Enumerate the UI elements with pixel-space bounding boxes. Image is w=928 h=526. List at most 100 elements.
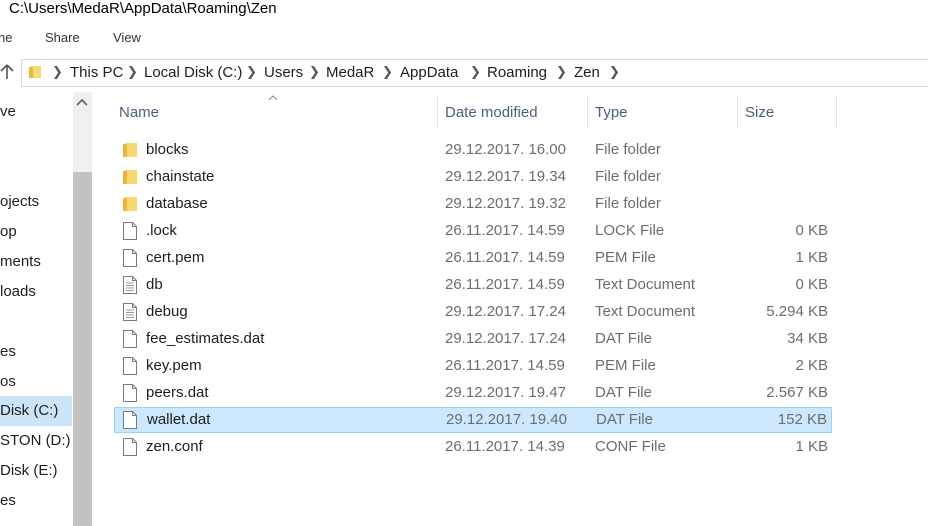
file-name: key.pem <box>146 357 202 374</box>
nav-scrollbar-thumb[interactable] <box>73 172 92 526</box>
chevron-right-icon: ❯ <box>309 64 320 79</box>
nav-item-local-disk-e[interactable]: Disk (E:) <box>0 456 58 486</box>
title-bar: C:\Users\MedaR\AppData\Roaming\Zen <box>0 0 928 24</box>
file-type: PEM File <box>595 357 656 374</box>
file-size: 1 KB <box>795 249 828 266</box>
file-icon <box>122 411 138 429</box>
file-row[interactable]: wallet.dat 29.12.2017. 19.40 DAT File 152 K… <box>114 407 832 433</box>
folder-icon <box>28 65 42 79</box>
file-date-modified: 29.12.2017. 17.24 <box>445 303 566 320</box>
file-size: 152 KB <box>777 411 827 428</box>
tab-view[interactable]: View <box>113 30 141 45</box>
file-name: cert.pem <box>146 249 205 266</box>
file-date-modified: 26.11.2017. 14.59 <box>445 222 565 239</box>
file-name: .lock <box>146 222 177 239</box>
file-date-modified: 29.12.2017. 19.32 <box>445 195 566 212</box>
nav-item-documents[interactable]: ments <box>0 247 41 277</box>
file-size: 1 KB <box>795 438 828 455</box>
breadcrumb-appdata[interactable]: AppData <box>400 64 458 81</box>
column-divider[interactable] <box>836 96 837 128</box>
window-title: C:\Users\MedaR\AppData\Roaming\Zen <box>9 0 277 17</box>
column-header-type[interactable]: Type <box>595 104 628 121</box>
scroll-up-icon[interactable] <box>76 96 88 110</box>
file-row[interactable]: fee_estimates.dat 29.12.2017. 17.24 DAT Fi… <box>114 326 832 352</box>
file-icon <box>122 249 138 267</box>
file-name: chainstate <box>146 168 215 185</box>
file-date-modified: 29.12.2017. 16.00 <box>445 141 566 158</box>
column-divider[interactable] <box>437 96 438 128</box>
up-arrow-icon[interactable] <box>0 64 14 85</box>
text-document-icon <box>122 303 138 321</box>
breadcrumb-roaming[interactable]: Roaming <box>487 64 547 81</box>
file-icon <box>122 222 138 240</box>
chevron-right-icon[interactable]: ❯ <box>609 64 620 80</box>
file-name: database <box>146 195 208 212</box>
nav-item-3d-objects[interactable]: ojects <box>0 187 39 217</box>
nav-item-pictures[interactable]: es <box>0 337 16 367</box>
file-date-modified: 29.12.2017. 19.47 <box>445 384 566 401</box>
file-icon <box>122 384 138 402</box>
file-name: peers.dat <box>146 384 209 401</box>
column-divider[interactable] <box>587 96 588 128</box>
nav-item-videos[interactable]: os <box>0 367 16 397</box>
breadcrumb-zen[interactable]: Zen <box>574 64 600 81</box>
nav-item-kingston-d[interactable]: STON (D:) <box>0 426 71 456</box>
sort-ascending-icon <box>268 92 278 104</box>
tab-home[interactable]: ne <box>0 30 12 45</box>
file-row[interactable]: db 26.11.2017. 14.59 Text Document 0 KB <box>114 272 832 298</box>
file-size: 2.567 KB <box>766 384 828 401</box>
file-name: wallet.dat <box>147 411 211 428</box>
column-header-date-modified[interactable]: Date modified <box>445 104 538 121</box>
chevron-right-icon: ❯ <box>246 64 257 79</box>
file-size: 5.294 KB <box>766 303 828 320</box>
file-row[interactable]: chainstate 29.12.2017. 19.34 File folder <box>114 164 832 190</box>
file-type: File folder <box>595 168 661 185</box>
file-row[interactable]: blocks 29.12.2017. 16.00 File folder <box>114 137 832 163</box>
file-date-modified: 26.11.2017. 14.59 <box>445 276 565 293</box>
file-row[interactable]: peers.dat 29.12.2017. 19.47 DAT File 2.567 … <box>114 380 832 406</box>
file-row[interactable]: key.pem 26.11.2017. 14.59 PEM File 2 KB <box>114 353 832 379</box>
file-date-modified: 26.11.2017. 14.39 <box>445 438 565 455</box>
breadcrumb-users[interactable]: Users <box>264 64 303 81</box>
file-row[interactable]: cert.pem 26.11.2017. 14.59 PEM File 1 KB <box>114 245 832 271</box>
nav-item-downloads[interactable]: loads <box>0 277 36 307</box>
file-type: Text Document <box>595 303 696 320</box>
nav-item-desktop[interactable]: op <box>0 217 17 247</box>
file-date-modified: 29.12.2017. 17.24 <box>445 330 566 347</box>
file-size: 0 KB <box>795 276 828 293</box>
file-type: LOCK File <box>595 222 665 239</box>
nav-item-local-disk-c[interactable]: Disk (C:) <box>0 396 72 426</box>
file-row[interactable]: .lock 26.11.2017. 14.59 LOCK File 0 KB <box>114 218 832 244</box>
chevron-right-icon: ❯ <box>470 64 481 79</box>
file-type: PEM File <box>595 249 656 266</box>
tab-share[interactable]: Share <box>45 30 80 45</box>
file-type: Text Document <box>595 276 696 293</box>
file-type: DAT File <box>595 330 652 347</box>
file-row[interactable]: debug 29.12.2017. 17.24 Text Document 5.294… <box>114 299 832 325</box>
file-date-modified: 26.11.2017. 14.59 <box>445 249 565 266</box>
column-divider[interactable] <box>737 96 738 128</box>
file-date-modified: 29.12.2017. 19.34 <box>445 168 566 185</box>
file-type: DAT File <box>596 411 653 428</box>
file-type: File folder <box>595 141 661 158</box>
file-size: 0 KB <box>795 222 828 239</box>
chevron-right-icon: ❯ <box>52 64 63 79</box>
file-type: CONF File <box>595 438 666 455</box>
file-name: debug <box>146 303 188 320</box>
file-size: 2 KB <box>795 357 828 374</box>
file-type: DAT File <box>595 384 652 401</box>
nav-item-libraries[interactable]: es <box>0 486 16 516</box>
breadcrumb-medar[interactable]: MedaR <box>326 64 374 81</box>
file-row[interactable]: zen.conf 26.11.2017. 14.39 CONF File 1 KB <box>114 434 832 460</box>
nav-item-quick-access[interactable]: ve <box>0 97 16 127</box>
column-header-name[interactable]: Name <box>119 104 159 121</box>
breadcrumb-local-disk[interactable]: Local Disk (C:) <box>144 64 242 81</box>
file-row[interactable]: database 29.12.2017. 19.32 File folder <box>114 191 832 217</box>
text-document-icon <box>122 276 138 294</box>
breadcrumb-this-pc[interactable]: This PC <box>70 64 123 81</box>
column-header-size[interactable]: Size <box>745 104 774 121</box>
folder-icon <box>122 195 138 213</box>
file-name: fee_estimates.dat <box>146 330 265 347</box>
chevron-right-icon: ❯ <box>127 64 138 79</box>
file-icon <box>122 330 138 348</box>
